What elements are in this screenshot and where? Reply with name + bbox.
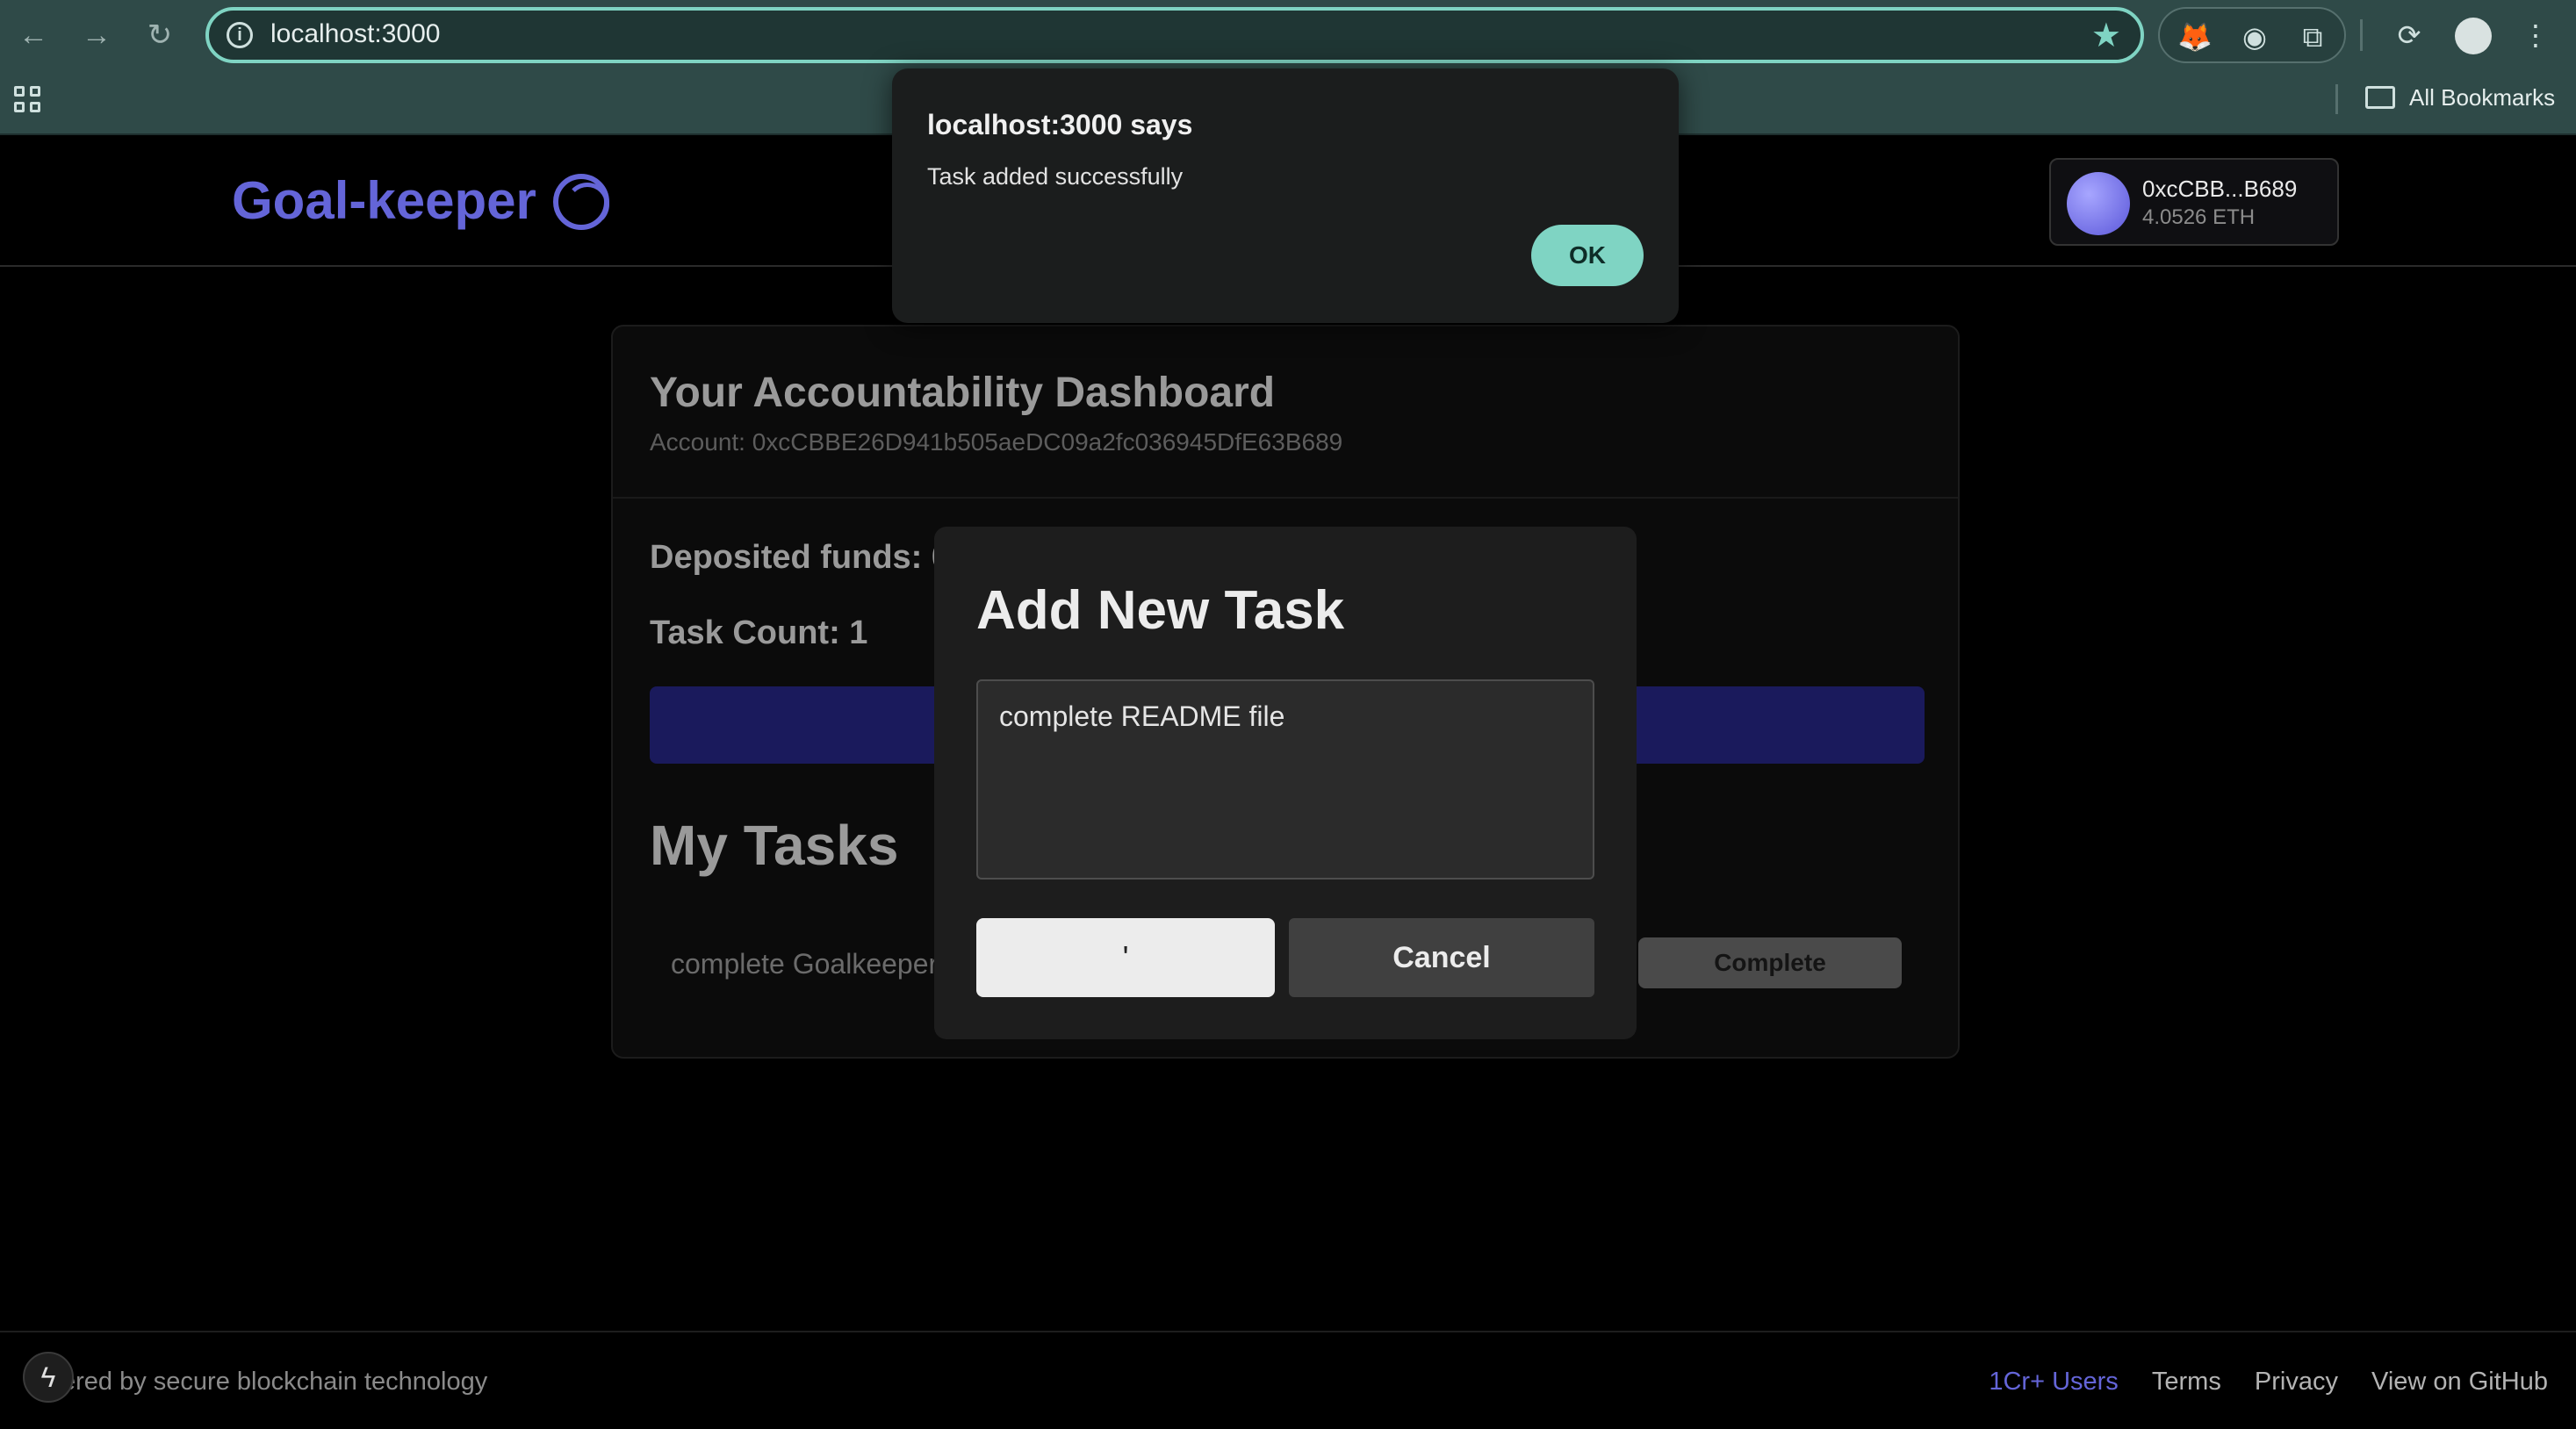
add-task-modal: Add New Task ' Cancel — [934, 527, 1637, 1039]
forward-icon[interactable]: → — [74, 12, 119, 58]
alert-dialog: localhost:3000 says Task added successfu… — [892, 68, 1679, 323]
bookmark-divider — [2335, 84, 2338, 114]
complete-task-button[interactable]: Complete — [1638, 937, 1902, 988]
toolbar-divider — [2360, 19, 2363, 51]
footer-link-privacy[interactable]: Privacy — [2255, 1368, 2338, 1396]
all-bookmarks-link[interactable]: All Bookmarks — [2409, 84, 2555, 111]
footer: ered by secure blockchain technology ϟ 1… — [0, 1331, 2576, 1429]
puzzle-icon[interactable]: ⧉ — [2293, 18, 2332, 56]
modal-title: Add New Task — [976, 580, 1345, 641]
footer-tagline: ered by secure blockchain technology — [61, 1368, 488, 1396]
wallet-balance: 4.0526 ETH — [2142, 205, 2256, 229]
apps-grid-icon[interactable] — [14, 86, 44, 116]
extension-icon[interactable]: ◉ — [2235, 18, 2274, 56]
account-address: Account: 0xcCBBE26D941b505aeDC09a2fc0369… — [650, 428, 1343, 456]
volleyball-icon — [553, 174, 609, 230]
footer-links: 1Cr+ Users Terms Privacy View on GitHub — [1962, 1368, 2548, 1397]
footer-link-terms[interactable]: Terms — [2152, 1368, 2221, 1396]
back-icon[interactable]: ← — [11, 12, 56, 58]
alert-message: Task added successfully — [927, 163, 1184, 190]
extensions-group: 🦊 ◉ ⧉ — [2158, 7, 2346, 63]
reload-icon[interactable]: ↻ — [137, 12, 183, 58]
submit-task-button[interactable]: ' — [976, 918, 1275, 997]
deposited-funds: Deposited funds: 0. — [650, 539, 960, 576]
site-info-icon[interactable]: i — [227, 22, 253, 48]
card-divider — [613, 497, 1958, 499]
brand-logo-text[interactable]: Goal-keeper — [232, 170, 536, 231]
menu-icon[interactable]: ⋮ — [2516, 16, 2555, 54]
lightning-icon[interactable]: ϟ — [23, 1352, 74, 1403]
my-tasks-heading: My Tasks — [650, 814, 899, 877]
wallet-address: 0xcCBB...B689 — [2142, 176, 2298, 202]
alert-ok-button[interactable]: OK — [1531, 225, 1644, 286]
task-description-input[interactable] — [976, 679, 1594, 880]
footer-link-github[interactable]: View on GitHub — [2371, 1368, 2548, 1396]
footer-link-users[interactable]: 1Cr+ Users — [1989, 1368, 2118, 1396]
bookmark-star-icon[interactable]: ★ — [2091, 16, 2121, 55]
metamask-icon[interactable]: 🦊 — [2176, 18, 2214, 56]
task-count: Task Count: 1 — [650, 614, 868, 651]
alert-title: localhost:3000 says — [927, 109, 1193, 140]
task-item-text: complete Goalkeeper — [671, 948, 939, 980]
wallet-button[interactable]: 0xcCBB...B689 4.0526 ETH — [2049, 158, 2339, 246]
folder-icon — [2365, 86, 2395, 109]
performance-icon[interactable]: ⟳ — [2390, 16, 2428, 54]
dashboard-title: Your Accountability Dashboard — [650, 370, 1276, 416]
address-url[interactable]: localhost:3000 — [270, 19, 440, 49]
wallet-avatar — [2067, 172, 2130, 235]
cancel-button[interactable]: Cancel — [1289, 918, 1594, 997]
profile-avatar[interactable] — [2455, 18, 2492, 54]
address-bar[interactable]: i localhost:3000 ★ — [205, 7, 2144, 63]
page-root: ← → ↻ i localhost:3000 ★ 🦊 ◉ ⧉ ⟳ ⋮ All B… — [0, 0, 2576, 1429]
